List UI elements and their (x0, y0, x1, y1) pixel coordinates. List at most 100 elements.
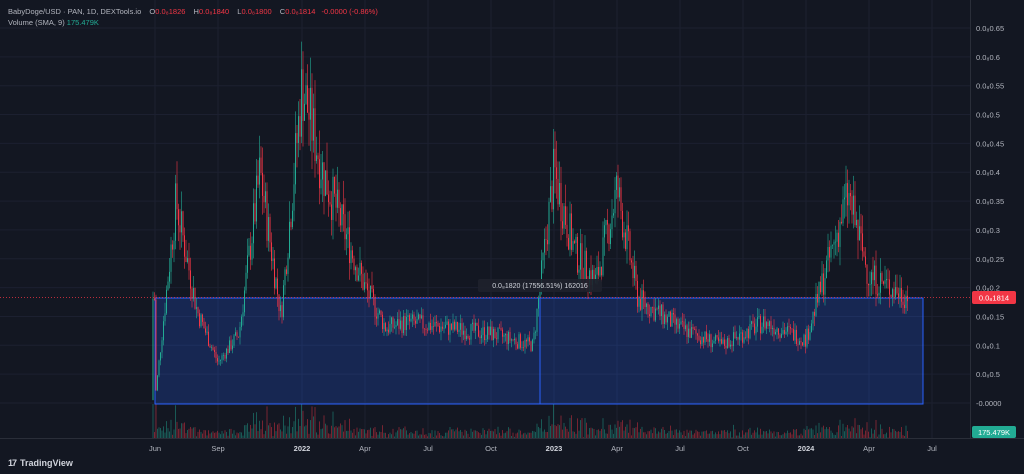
candle-body (673, 313, 674, 315)
volume-bar (554, 425, 556, 438)
candle-body (521, 347, 523, 348)
candle-body (629, 231, 631, 261)
volume-bar (527, 432, 529, 438)
volume-bar (697, 431, 698, 438)
volume-bar (187, 430, 188, 438)
candle-body (632, 262, 634, 279)
candle-body (716, 335, 718, 338)
volume-bar (161, 430, 163, 438)
candle-body (535, 331, 536, 333)
candle-body (365, 282, 367, 284)
volume-bar (865, 430, 866, 438)
volume-bar (566, 428, 568, 438)
candle-body (169, 271, 170, 282)
candle-body (491, 326, 493, 340)
time-axis[interactable]: Jun Sep 2022 Apr Jul Oct 2023 Apr Jul Oct 2024 Apr J… (149, 444, 937, 453)
candle-body (896, 287, 898, 294)
volume-bar (631, 435, 632, 438)
volume-bar (325, 423, 326, 438)
volume-bar (619, 426, 620, 438)
volume-bar (760, 428, 761, 438)
volume-bar (838, 425, 839, 438)
volume-bar (236, 432, 238, 438)
volume-bar (785, 433, 787, 438)
candle-body (529, 337, 530, 342)
candle-body (437, 322, 439, 327)
candle-body (791, 328, 793, 330)
volume-bar (700, 435, 701, 438)
candle-body (878, 292, 880, 296)
volume-bar (158, 427, 160, 438)
volume-bar (574, 431, 575, 438)
volume-bar (556, 426, 557, 438)
volume-bar (244, 425, 245, 438)
candle-body (617, 175, 619, 198)
candle-body (338, 189, 340, 209)
legend-symbol[interactable]: BabyDoge/USD (8, 7, 61, 16)
volume-bar (626, 424, 628, 438)
legend-volume-label[interactable]: Volume (SMA, 9) (8, 18, 65, 27)
candle-body (265, 191, 266, 203)
volume-bar (356, 427, 358, 438)
volume-bar (166, 421, 167, 438)
volume-bar (652, 433, 653, 438)
candle-body (553, 148, 554, 210)
candle-body (455, 321, 457, 330)
volume-bar (641, 426, 643, 438)
volume-bar (293, 421, 295, 438)
candle-body (184, 235, 185, 257)
volume-bar (229, 429, 230, 438)
candle-body (797, 343, 799, 345)
candle-body (209, 345, 211, 348)
candle-body (767, 322, 769, 327)
volume-bar (455, 429, 457, 438)
volume-bar (382, 425, 383, 438)
volume-bar (542, 431, 544, 438)
volume-bar (685, 436, 686, 438)
volume-bar (214, 432, 215, 438)
volume-bar (491, 430, 493, 438)
volume-bar (286, 433, 287, 438)
candle-body (814, 311, 815, 316)
volume-bar (443, 436, 445, 438)
candle-body (907, 295, 908, 302)
volume-bar (352, 432, 353, 438)
candle-body (856, 219, 857, 226)
volume-bar (653, 427, 655, 438)
candle-body (509, 332, 511, 341)
candle-body (631, 260, 632, 263)
volume-bar (326, 425, 328, 438)
candle-body (179, 225, 181, 233)
volume-bar (899, 431, 901, 438)
candle-body (226, 348, 227, 359)
volume-bar (167, 428, 169, 438)
volume-bar (218, 432, 220, 438)
candle-body (662, 304, 664, 325)
candle-body (181, 211, 182, 233)
tradingview-logo[interactable]: 17 TradingView (8, 458, 73, 468)
candle-body (680, 321, 682, 324)
candle-body (530, 341, 532, 351)
volume-bar (197, 431, 199, 438)
volume-bar (419, 434, 421, 438)
candle-body (566, 224, 568, 238)
measure-tool-box[interactable] (154, 297, 924, 405)
time-tick-label: Jul (423, 444, 433, 453)
volume-bar (190, 426, 191, 438)
candle-body (820, 281, 821, 293)
candle-body (770, 321, 772, 329)
candle-body (596, 266, 598, 275)
candle-body (271, 242, 272, 261)
volume-bar (457, 427, 458, 438)
candle-body (178, 209, 179, 226)
price-axis[interactable]: 0.0₈0.65 0.0₈0.6 0.0₈0.55 0.0₈0.5 0.0₈0.45 0.… (976, 24, 1004, 408)
candle-body (677, 319, 679, 329)
volume-bar (251, 428, 253, 438)
volume-bar (284, 425, 286, 438)
candle-body (223, 355, 224, 356)
candle-body (646, 303, 647, 307)
volume-bar (571, 415, 572, 438)
price-chart[interactable]: 0.0₈0.65 0.0₈0.6 0.0₈0.55 0.0₈0.5 0.0₈0.45 0.… (0, 0, 1024, 474)
volume-bar (194, 427, 196, 438)
volume-bar (614, 424, 616, 438)
